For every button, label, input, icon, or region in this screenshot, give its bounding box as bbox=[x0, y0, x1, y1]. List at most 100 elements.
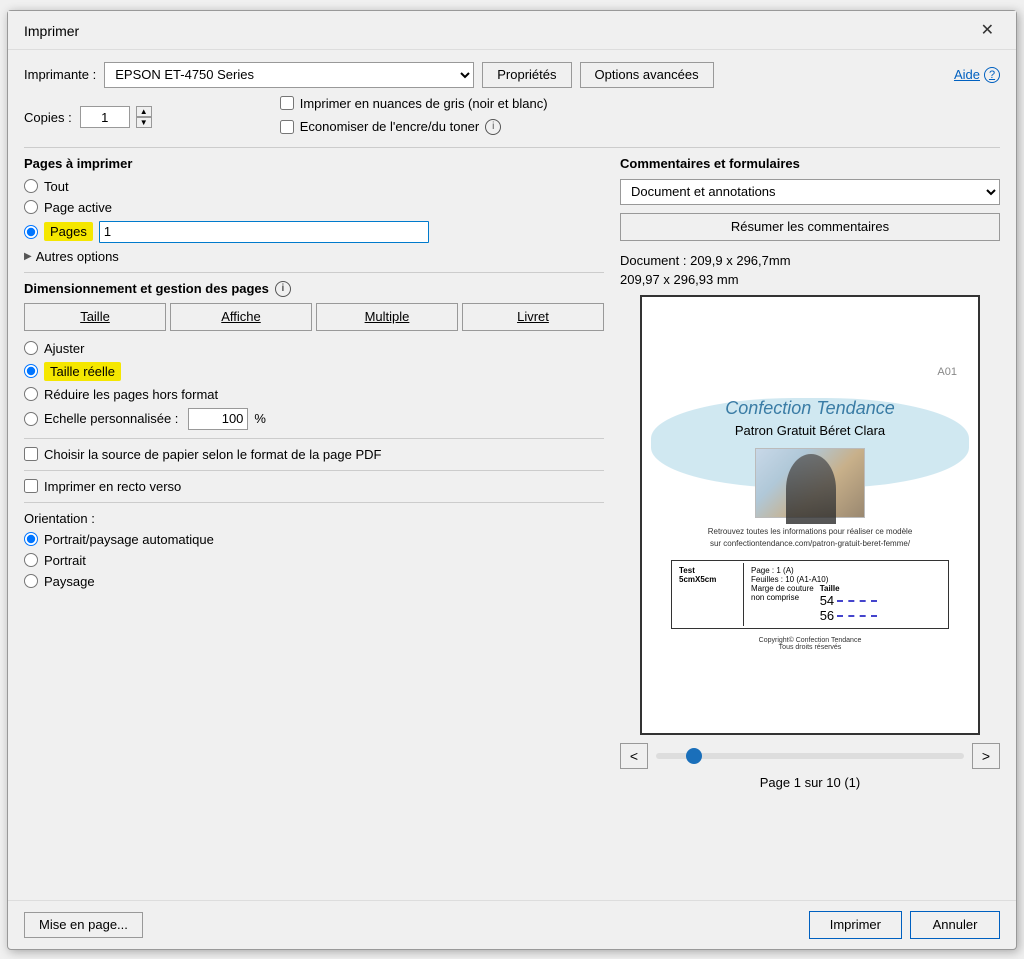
resume-button[interactable]: Résumer les commentaires bbox=[620, 213, 1000, 241]
dialog-title: Imprimer bbox=[24, 23, 79, 39]
ajuster-label: Ajuster bbox=[44, 341, 84, 356]
reduire-row: Réduire les pages hors format bbox=[24, 387, 604, 402]
main-content: Pages à imprimer Tout Page active Pages bbox=[24, 156, 1000, 790]
preview-inner: A01 Confection Tendance Patron Gratuit B… bbox=[655, 362, 965, 667]
portrait-paysage-label: Portrait/paysage automatique bbox=[44, 532, 214, 547]
copies-row: Copies : ▲ ▼ Imprimer en nuances de gris… bbox=[24, 96, 1000, 139]
save-ink-checkbox[interactable] bbox=[280, 120, 294, 134]
comments-select[interactable]: Document et annotations bbox=[620, 179, 1000, 205]
properties-button[interactable]: Propriétés bbox=[482, 62, 571, 88]
orientation-section: Orientation : Portrait/paysage automatiq… bbox=[24, 511, 604, 589]
title-bar: Imprimer ✕ bbox=[8, 11, 1016, 50]
save-ink-label: Economiser de l'encre/du toner bbox=[300, 119, 480, 134]
aide-link[interactable]: Aide ? bbox=[954, 67, 1000, 83]
marge-label: Marge de couture non comprise bbox=[751, 584, 814, 602]
tout-row: Tout bbox=[24, 179, 604, 194]
livret-tab[interactable]: Livret bbox=[462, 303, 604, 331]
advanced-button[interactable]: Options avancées bbox=[580, 62, 714, 88]
slider-track bbox=[656, 753, 964, 759]
recto-verso-label: Imprimer en recto verso bbox=[44, 479, 181, 494]
paysage-label: Paysage bbox=[44, 574, 95, 589]
annuler-button[interactable]: Annuler bbox=[910, 911, 1000, 939]
reduire-radio[interactable] bbox=[24, 387, 38, 401]
multiple-tab[interactable]: Multiple bbox=[316, 303, 458, 331]
portrait-radio[interactable] bbox=[24, 553, 38, 567]
prev-button[interactable]: < bbox=[620, 743, 648, 769]
dim-info-icon: i bbox=[275, 281, 291, 297]
page-size: 209,97 x 296,93 mm bbox=[620, 272, 1000, 287]
paysage-radio[interactable] bbox=[24, 574, 38, 588]
copies-up-button[interactable]: ▲ bbox=[136, 106, 152, 117]
echelle-input[interactable] bbox=[188, 408, 248, 430]
comments-title: Commentaires et formulaires bbox=[620, 156, 1000, 171]
help-icon: ? bbox=[984, 67, 1000, 83]
save-ink-info-icon: i bbox=[485, 119, 501, 135]
autres-options[interactable]: ▶ Autres options bbox=[24, 249, 604, 264]
preview-table: Test 5cmX5cm Page : 1 (A) Feuilles : 10 … bbox=[671, 560, 949, 629]
slider-thumb[interactable] bbox=[686, 748, 702, 764]
printer-select[interactable]: EPSON ET-4750 Series bbox=[104, 62, 474, 88]
preview-title: Confection Tendance bbox=[725, 398, 894, 419]
page-info: Page 1 sur 10 (1) bbox=[620, 775, 1000, 790]
page-active-row: Page active bbox=[24, 200, 604, 215]
autres-arrow-icon: ▶ bbox=[24, 251, 32, 262]
footer-right: Imprimer Annuler bbox=[809, 911, 1000, 939]
separator-4 bbox=[24, 470, 604, 471]
reduire-label: Réduire les pages hors format bbox=[44, 387, 218, 402]
affiche-tab[interactable]: Affiche bbox=[170, 303, 312, 331]
comments-section: Commentaires et formulaires Document et … bbox=[620, 156, 1000, 241]
separator-1 bbox=[24, 147, 1000, 148]
autres-label: Autres options bbox=[36, 249, 119, 264]
taille-reelle-label: Taille réelle bbox=[44, 362, 121, 381]
pages-label: Pages bbox=[44, 222, 93, 241]
tout-radio[interactable] bbox=[24, 179, 38, 193]
printer-label: Imprimante : bbox=[24, 67, 96, 82]
recto-verso-checkbox[interactable] bbox=[24, 479, 38, 493]
echelle-label: Echelle personnalisée : bbox=[44, 411, 178, 426]
pages-title: Pages à imprimer bbox=[24, 156, 604, 171]
taille-tab[interactable]: Taille bbox=[24, 303, 166, 331]
size-56-line bbox=[837, 615, 877, 617]
copies-input[interactable] bbox=[80, 106, 130, 128]
paysage-row: Paysage bbox=[24, 574, 604, 589]
taille-reelle-row: Taille réelle bbox=[24, 362, 604, 381]
preview-subtitle: Patron Gratuit Béret Clara bbox=[735, 423, 885, 438]
orientation-title: Orientation : bbox=[24, 511, 95, 526]
pages-row: Pages bbox=[24, 221, 604, 243]
dim-section: Dimensionnement et gestion des pages i T… bbox=[24, 281, 604, 589]
mise-en-page-button[interactable]: Mise en page... bbox=[24, 912, 143, 938]
page-info-inner: Page : 1 (A) Feuilles : 10 (A1-A10) bbox=[751, 566, 941, 584]
separator-5 bbox=[24, 502, 604, 503]
next-button[interactable]: > bbox=[972, 743, 1000, 769]
tab-row: Taille Affiche Multiple Livret bbox=[24, 303, 604, 331]
echelle-radio[interactable] bbox=[24, 412, 38, 426]
echelle-row: Echelle personnalisée : % bbox=[24, 408, 604, 430]
source-papier-checkbox[interactable] bbox=[24, 447, 38, 461]
pages-input[interactable] bbox=[99, 221, 429, 243]
preview-copyright: Copyright© Confection Tendance Tous droi… bbox=[671, 637, 949, 651]
copies-spinner: ▲ ▼ bbox=[136, 106, 152, 128]
taille-reelle-radio[interactable] bbox=[24, 364, 38, 378]
size-54: 54 bbox=[820, 593, 834, 608]
separator-3 bbox=[24, 438, 604, 439]
portrait-paysage-radio[interactable] bbox=[24, 532, 38, 546]
imprimer-button[interactable]: Imprimer bbox=[809, 911, 902, 939]
close-button[interactable]: ✕ bbox=[975, 21, 1000, 41]
page-active-radio[interactable] bbox=[24, 200, 38, 214]
pages-radio[interactable] bbox=[24, 225, 38, 239]
test-label: Test 5cmX5cm bbox=[679, 566, 738, 584]
grayscale-label: Imprimer en nuances de gris (noir et bla… bbox=[300, 96, 548, 111]
nav-bar: < > bbox=[620, 743, 1000, 769]
source-papier-label: Choisir la source de papier selon le for… bbox=[44, 447, 381, 462]
preview-container: A01 Confection Tendance Patron Gratuit B… bbox=[640, 295, 980, 735]
copies-down-button[interactable]: ▼ bbox=[136, 117, 152, 128]
right-panel: Commentaires et formulaires Document et … bbox=[620, 156, 1000, 790]
doc-info: Document : 209,9 x 296,7mm bbox=[620, 253, 1000, 268]
grayscale-checkbox[interactable] bbox=[280, 96, 294, 110]
source-papier-row: Choisir la source de papier selon le for… bbox=[24, 447, 604, 462]
portrait-paysage-row: Portrait/paysage automatique bbox=[24, 532, 604, 547]
separator-2 bbox=[24, 272, 604, 273]
dim-title: Dimensionnement et gestion des pages i bbox=[24, 281, 604, 297]
ajuster-radio[interactable] bbox=[24, 341, 38, 355]
left-panel: Pages à imprimer Tout Page active Pages bbox=[24, 156, 604, 790]
